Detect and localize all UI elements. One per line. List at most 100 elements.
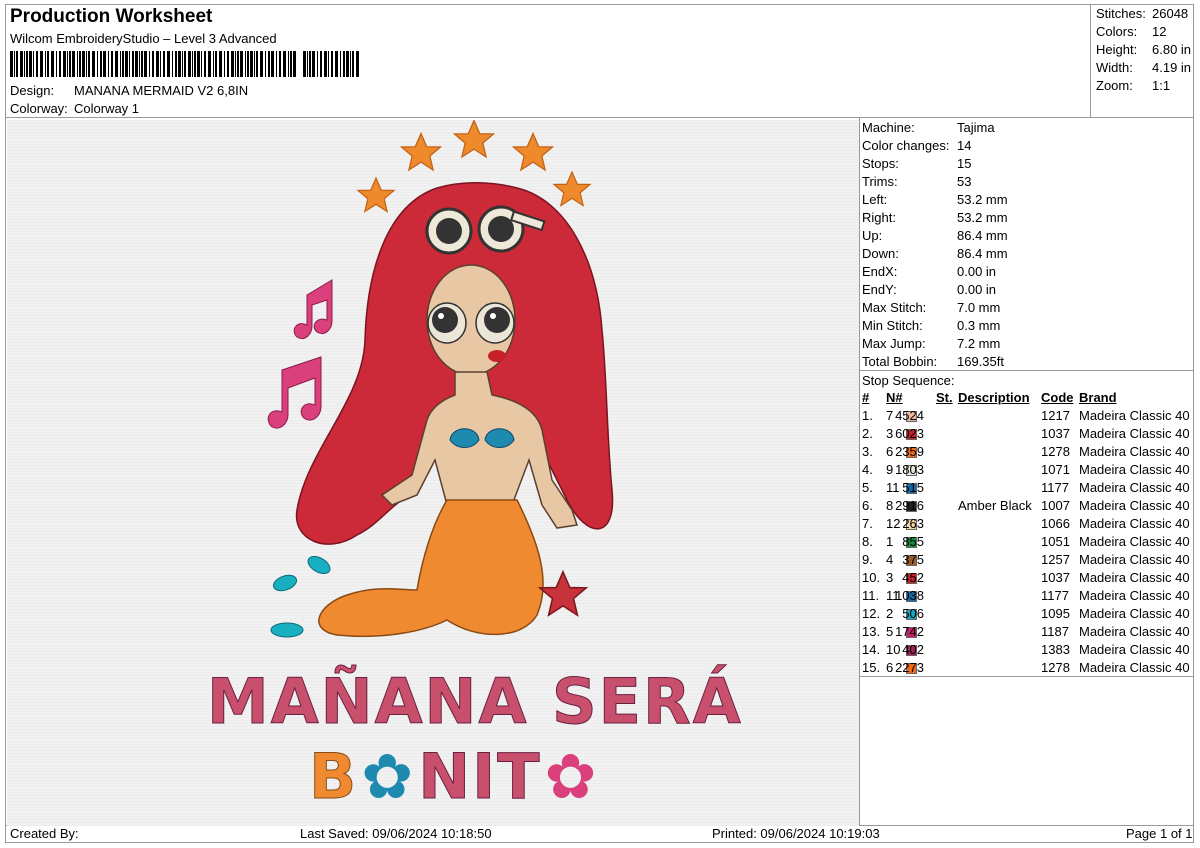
stop-row: 5. 11 515 1177 Madeira Classic 40	[862, 480, 1192, 498]
stop-row: 7. 12 263 1066 Madeira Classic 40	[862, 516, 1192, 534]
stop-row: 2. 3 6023 1037 Madeira Classic 40	[862, 426, 1192, 444]
design-label: Design:	[10, 83, 55, 98]
machine-info-label: Max Jump:	[862, 336, 926, 351]
thread-brand: Madeira Classic 40	[1079, 660, 1190, 675]
thread-code: 1383	[1041, 642, 1070, 657]
summary-value: 6.80 in	[1152, 42, 1192, 57]
stitch-count: 1742	[895, 624, 924, 639]
stitch-count: 452	[902, 570, 924, 585]
machine-info-value: 53	[957, 174, 972, 189]
summary-label: Stitches:	[1096, 6, 1146, 21]
machine-info-value: Tajima	[957, 120, 995, 135]
stop-number: 14.	[862, 642, 881, 657]
colorway-label: Colorway:	[10, 101, 68, 116]
stitch-count: 402	[902, 642, 924, 657]
stitch-count: 1803	[895, 462, 924, 477]
needle-number: 5	[886, 624, 894, 639]
starfish	[538, 570, 588, 616]
machine-info-label: EndX:	[862, 264, 898, 279]
flower-icon: ✿	[544, 740, 599, 813]
stitch-count: 506	[902, 606, 924, 621]
machine-info-value: 0.00 in	[957, 282, 997, 297]
stitch-count: 375	[902, 552, 924, 567]
stop-sequence-header: # N# St. Description Code Brand	[862, 390, 1192, 408]
machine-info-value: 0.00 in	[957, 264, 997, 279]
machine-info-label: Down:	[862, 246, 899, 261]
machine-info-value: 86.4 mm	[957, 246, 1008, 261]
stitch-count: 2359	[895, 444, 924, 459]
thread-code: 1177	[1041, 588, 1069, 603]
col-brand: Brand	[1079, 390, 1117, 405]
artwork-text-line1: MAÑANA SERÁ	[207, 665, 743, 739]
machine-info-label: Machine:	[862, 120, 915, 135]
stop-row: 15. 6 2273 1278 Madeira Classic 40	[862, 660, 1192, 678]
summary-value: 4.19 in	[1152, 60, 1192, 75]
machine-info-value: 53.2 mm	[957, 192, 1008, 207]
thread-code: 1037	[1041, 426, 1070, 441]
thread-brand: Madeira Classic 40	[1079, 588, 1190, 603]
stop-row: 12. 2 506 1095 Madeira Classic 40	[862, 606, 1192, 624]
thread-code: 1066	[1041, 516, 1070, 531]
summary-value: 1:1	[1152, 78, 1171, 93]
thread-code: 1217	[1041, 408, 1070, 423]
summary-value: 12	[1152, 24, 1167, 39]
stop-number: 8.	[862, 534, 873, 549]
machine-info-label: Up:	[862, 228, 883, 243]
machine-info-value: 14	[957, 138, 972, 153]
stitch-count: 855	[902, 534, 924, 549]
machine-info-label: Trims:	[862, 174, 898, 189]
machine-info-label: Right:	[862, 210, 896, 225]
stop-number: 12.	[862, 606, 881, 621]
thread-code: 1257	[1041, 552, 1070, 567]
needle-number: 6	[886, 660, 894, 675]
stop-number: 5.	[862, 480, 873, 495]
stop-number: 9.	[862, 552, 873, 567]
stitch-count: 2916	[895, 498, 924, 513]
thread-brand: Madeira Classic 40	[1079, 624, 1190, 639]
stop-row: 4. 9 1803 1071 Madeira Classic 40	[862, 462, 1192, 480]
machine-info-value: 169.35ft	[957, 354, 1004, 369]
thread-code: 1007	[1041, 498, 1070, 513]
machine-info-label: EndY:	[862, 282, 897, 297]
machine-info-label: Max Stitch:	[862, 300, 927, 315]
thread-code: 1071	[1041, 462, 1070, 477]
thread-code: 1177	[1041, 480, 1069, 495]
needle-number: 12	[886, 516, 901, 531]
stop-row: 9. 4 375 1257 Madeira Classic 40	[862, 552, 1192, 570]
divider	[859, 117, 860, 826]
stop-number: 7.	[862, 516, 873, 531]
design-preview: MAÑANA SERÁ B✿NIT✿	[7, 119, 859, 826]
needle-number: 1	[886, 534, 894, 549]
summary-label: Zoom:	[1096, 78, 1133, 93]
stop-number: 15.	[862, 660, 881, 675]
stitch-count: 1038	[895, 588, 924, 603]
software-name: Wilcom EmbroideryStudio – Level 3 Advanc…	[10, 31, 277, 46]
stop-row: 8. 1 855 1051 Madeira Classic 40	[862, 534, 1192, 552]
machine-info-value: 0.3 mm	[957, 318, 1001, 333]
needle-number: 6	[886, 444, 894, 459]
stop-number: 3.	[862, 444, 873, 459]
artwork-letter-b: B	[308, 740, 359, 814]
lips	[488, 350, 506, 362]
stop-number: 1.	[862, 408, 873, 423]
thread-code: 1278	[1041, 660, 1070, 675]
stop-row: 1. 7 4524 1217 Madeira Classic 40	[862, 408, 1192, 426]
stop-number: 13.	[862, 624, 881, 639]
needle-number: 3	[886, 426, 894, 441]
thread-code: 1051	[1041, 534, 1070, 549]
stitch-count: 6023	[895, 426, 924, 441]
machine-info-value: 15	[957, 156, 972, 171]
col-stitches: St.	[936, 390, 953, 405]
stop-row: 11. 11 1038 1177 Madeira Classic 40	[862, 588, 1192, 606]
divider	[859, 370, 1194, 371]
col-code: Code	[1041, 390, 1074, 405]
artwork-letters-nit: NIT	[418, 740, 542, 814]
thread-brand: Madeira Classic 40	[1079, 498, 1190, 513]
thread-brand: Madeira Classic 40	[1079, 642, 1190, 657]
machine-info-label: Min Stitch:	[862, 318, 923, 333]
machine-info-label: Stops:	[862, 156, 899, 171]
thread-brand: Madeira Classic 40	[1079, 444, 1190, 459]
printed-date: Printed: 09/06/2024 10:19:03	[712, 826, 880, 841]
needle-number: 4	[886, 552, 894, 567]
machine-info-value: 86.4 mm	[957, 228, 1008, 243]
